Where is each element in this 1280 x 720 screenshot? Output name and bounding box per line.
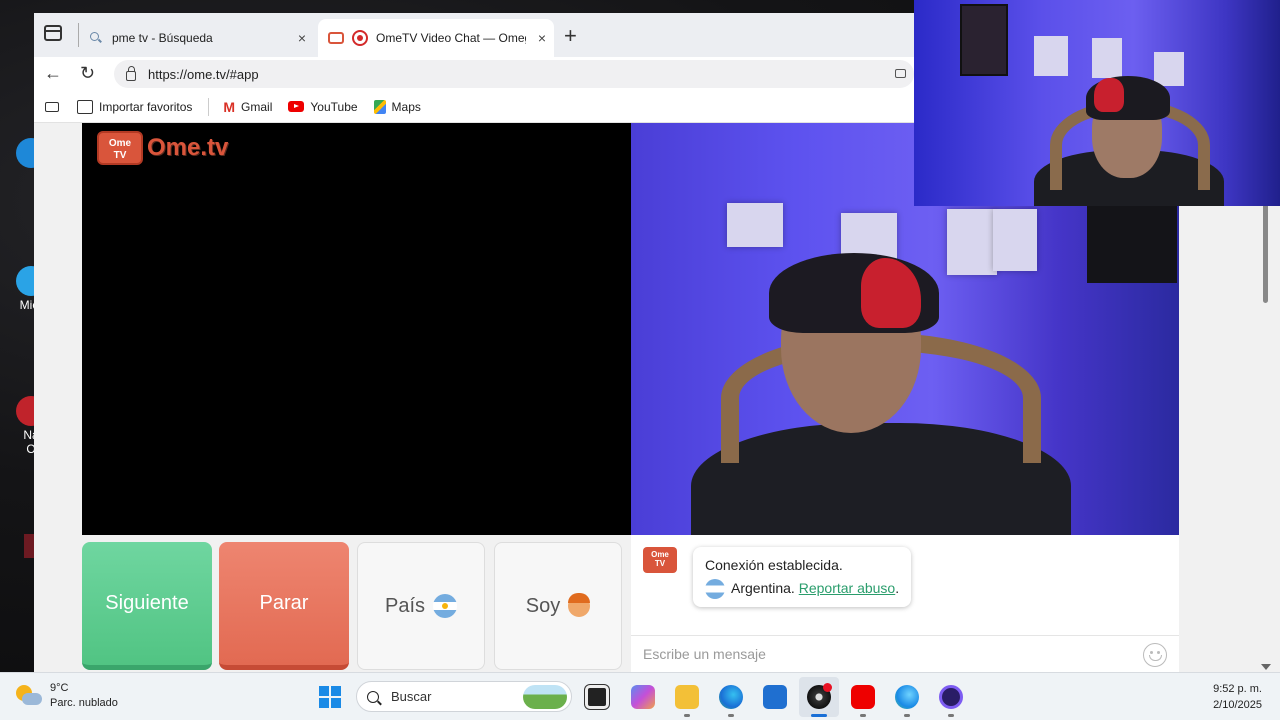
wall-shelf <box>993 209 1037 271</box>
tv-icon <box>328 32 344 44</box>
clock-time: 9:52 p. m. <box>1213 683 1262 695</box>
scroll-thumb[interactable] <box>1263 203 1268 303</box>
system-clock[interactable]: 9:52 p. m. 2/10/2025 <box>1213 681 1262 713</box>
tab-divider <box>78 23 79 47</box>
collections-icon[interactable] <box>45 101 59 112</box>
search-icon <box>367 690 379 703</box>
tab-search[interactable]: pme tv - Búsqueda × <box>84 19 314 57</box>
close-icon[interactable]: × <box>298 30 306 46</box>
chat-panel: Ome TV Conexión establecida. Argentina. … <box>631 535 1179 672</box>
boy-icon <box>568 593 591 617</box>
url-field[interactable]: https://ome.tv/#app <box>114 60 914 88</box>
url-text: https://ome.tv/#app <box>148 66 259 82</box>
sidebar-toggle-icon[interactable] <box>44 25 62 41</box>
wall-poster <box>1087 203 1177 283</box>
local-video: Ome TV Ome.tv <box>82 123 631 535</box>
stop-button[interactable]: Parar <box>219 542 349 670</box>
gmail-icon: M <box>223 98 236 115</box>
import-icon <box>77 99 93 114</box>
edge-beta-icon[interactable] <box>895 685 919 709</box>
notification-badge <box>823 683 832 692</box>
lock-icon[interactable] <box>126 66 136 81</box>
recording-icon <box>352 30 368 46</box>
weather-temperature: 9°C <box>50 682 69 694</box>
bookmark-import[interactable]: Importar favoritos <box>77 99 193 114</box>
app-indicator <box>728 714 734 717</box>
partner-country: Argentina. <box>731 580 795 596</box>
weather-widget[interactable]: 9°C Parc. nublado <box>16 681 118 711</box>
taskbar-search[interactable]: Buscar <box>356 681 572 712</box>
bookmark-label: Importar favoritos <box>99 99 193 114</box>
back-button[interactable]: ← <box>44 63 62 84</box>
webcam-overlay <box>914 0 1280 206</box>
copilot-icon[interactable] <box>631 685 655 709</box>
ometv-logo[interactable]: Ome TV Ome.tv <box>97 131 228 165</box>
tab-ometv[interactable]: OmeTV Video Chat — Omegle × <box>318 19 554 57</box>
report-suffix: . <box>895 580 900 596</box>
search-highlight-image <box>523 685 567 709</box>
search-label: Buscar <box>391 689 432 704</box>
scroll-down-icon[interactable] <box>1261 664 1271 670</box>
bookmark-label: Maps <box>391 99 421 114</box>
gender-button[interactable]: Soy <box>494 542 622 670</box>
task-view-icon[interactable] <box>585 685 609 709</box>
partly-cloudy-icon <box>16 685 44 707</box>
file-explorer-icon[interactable] <box>675 685 699 709</box>
next-label: Siguiente <box>105 592 189 614</box>
wall-shelf <box>1092 38 1122 78</box>
wall-poster <box>960 4 1008 76</box>
country-button[interactable]: País <box>357 542 485 670</box>
streamer-hair-dye <box>1094 78 1124 112</box>
weather-description: Parc. nublado <box>50 697 118 709</box>
windows-start-icon[interactable] <box>319 686 341 708</box>
reload-button[interactable]: ↻ <box>80 63 95 84</box>
message-composer <box>631 635 1179 672</box>
bookmark-youtube[interactable]: YouTube <box>288 99 358 114</box>
report-abuse-link[interactable]: Reportar abuso <box>799 577 896 600</box>
country-label: País <box>384 594 426 617</box>
camera-icon[interactable] <box>895 69 906 78</box>
clock-date: 2/10/2025 <box>1213 699 1262 711</box>
gender-label: Soy <box>525 594 561 617</box>
bookmark-label: Gmail <box>241 99 273 114</box>
wall-shelf <box>1154 52 1184 86</box>
bookmark-label: YouTube <box>310 99 358 114</box>
system-message: Conexión establecida. Argentina. Reporta… <box>693 547 912 607</box>
emoji-icon[interactable] <box>1143 643 1167 667</box>
edge-icon[interactable] <box>719 685 743 709</box>
app-indicator <box>860 714 866 717</box>
argentina-flag-icon <box>705 578 725 599</box>
tab-title: OmeTV Video Chat — Omegle <box>376 31 526 45</box>
bookmark-gmail[interactable]: M Gmail <box>223 99 272 115</box>
maps-icon <box>373 99 386 114</box>
youtube-icon <box>288 101 305 112</box>
wall-shelf <box>727 203 783 247</box>
app-indicator <box>948 714 954 717</box>
logo-text: Ome.tv <box>147 134 229 161</box>
close-icon[interactable]: × <box>538 30 546 46</box>
microsoft-store-icon[interactable] <box>763 685 787 709</box>
chat-logo-icon: Ome TV <box>643 547 677 573</box>
connection-status: Conexión establecida. <box>705 557 843 573</box>
tv-logo-icon: Ome TV <box>97 131 143 165</box>
wall-shelf <box>947 209 997 275</box>
app-circle-icon[interactable] <box>939 685 963 709</box>
next-button[interactable]: Siguiente <box>82 542 212 670</box>
taskbar: 9°C Parc. nublado Buscar 9:52 p. m. 2/10… <box>0 672 1280 720</box>
app-indicator-active <box>811 714 827 717</box>
youtube-icon[interactable] <box>851 685 875 709</box>
wall-shelf <box>1034 36 1068 76</box>
search-icon <box>90 32 102 44</box>
message-input[interactable] <box>631 636 1111 672</box>
new-tab-button[interactable]: + <box>564 23 577 49</box>
stop-label: Parar <box>259 592 309 614</box>
bookmark-separator <box>208 97 210 116</box>
tab-title: pme tv - Búsqueda <box>112 31 213 45</box>
app-indicator <box>904 714 910 717</box>
argentina-flag-icon <box>433 594 458 618</box>
bookmark-maps[interactable]: Maps <box>373 99 421 114</box>
app-indicator <box>684 714 690 717</box>
